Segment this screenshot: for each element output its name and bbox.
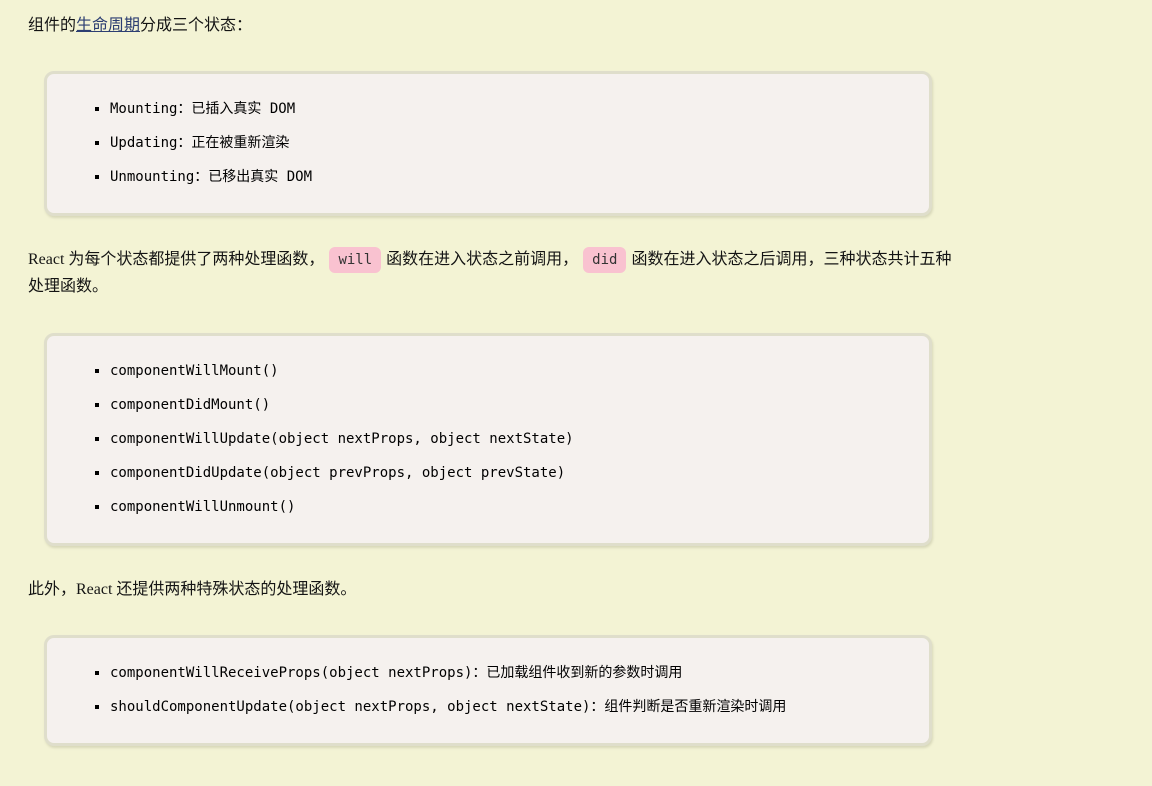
handlers-paragraph: React 为每个状态都提供了两种处理函数， will 函数在进入状态之前调用， di… [28, 246, 962, 300]
lifecycle-link[interactable]: 生命周期 [76, 17, 140, 34]
intro-paragraph: 组件的生命周期分成三个状态： [28, 12, 962, 39]
list-item-mounting: Mounting：已插入真实 DOM [110, 99, 909, 120]
handlers-text-2: 函数在进入状态之前调用， [386, 251, 579, 269]
list-item-unmounting: Unmounting：已移出真实 DOM [110, 167, 909, 188]
intro-text-before-link: 组件的 [28, 17, 77, 34]
lifecycle-methods-list: componentWillMount() componentDidMount()… [67, 361, 909, 518]
article-content: 组件的生命周期分成三个状态： Mounting：已插入真实 DOM Updati… [0, 0, 1152, 786]
special-methods-box: componentWillReceiveProps(object nextPro… [44, 634, 932, 746]
intro-text-after-link: 分成三个状态： [140, 17, 253, 34]
special-intro-paragraph: 此外，React 还提供两种特殊状态的处理函数。 [28, 580, 357, 598]
states-list: Mounting：已插入真实 DOM Updating：正在被重新渲染 Unmo… [67, 99, 909, 188]
lifecycle-methods-box: componentWillMount() componentDidMount()… [44, 332, 932, 546]
page: { "colors": { "page_background": "#f3f3d… [0, 0, 1152, 786]
list-item-componentwillreceiveprops: componentWillReceiveProps(object nextPro… [110, 663, 909, 684]
special-methods-list: componentWillReceiveProps(object nextPro… [67, 663, 909, 718]
did-code-chip: did [583, 247, 627, 274]
states-box: Mounting：已插入真实 DOM Updating：正在被重新渲染 Unmo… [44, 71, 932, 217]
list-item-componentdidupdate: componentDidUpdate(object prevProps, obj… [110, 463, 909, 484]
will-code-chip: will [329, 247, 382, 274]
list-item-componentdidmount: componentDidMount() [110, 395, 909, 416]
list-item-componentwillunmount: componentWillUnmount() [110, 497, 909, 518]
handlers-text-1: React 为每个状态都提供了两种处理函数， [28, 251, 325, 269]
list-item-shouldcomponentupdate: shouldComponentUpdate(object nextProps, … [110, 697, 909, 718]
list-item-componentwillupdate: componentWillUpdate(object nextProps, ob… [110, 429, 909, 450]
list-item-componentwillmount: componentWillMount() [110, 361, 909, 382]
list-item-updating: Updating：正在被重新渲染 [110, 133, 909, 154]
